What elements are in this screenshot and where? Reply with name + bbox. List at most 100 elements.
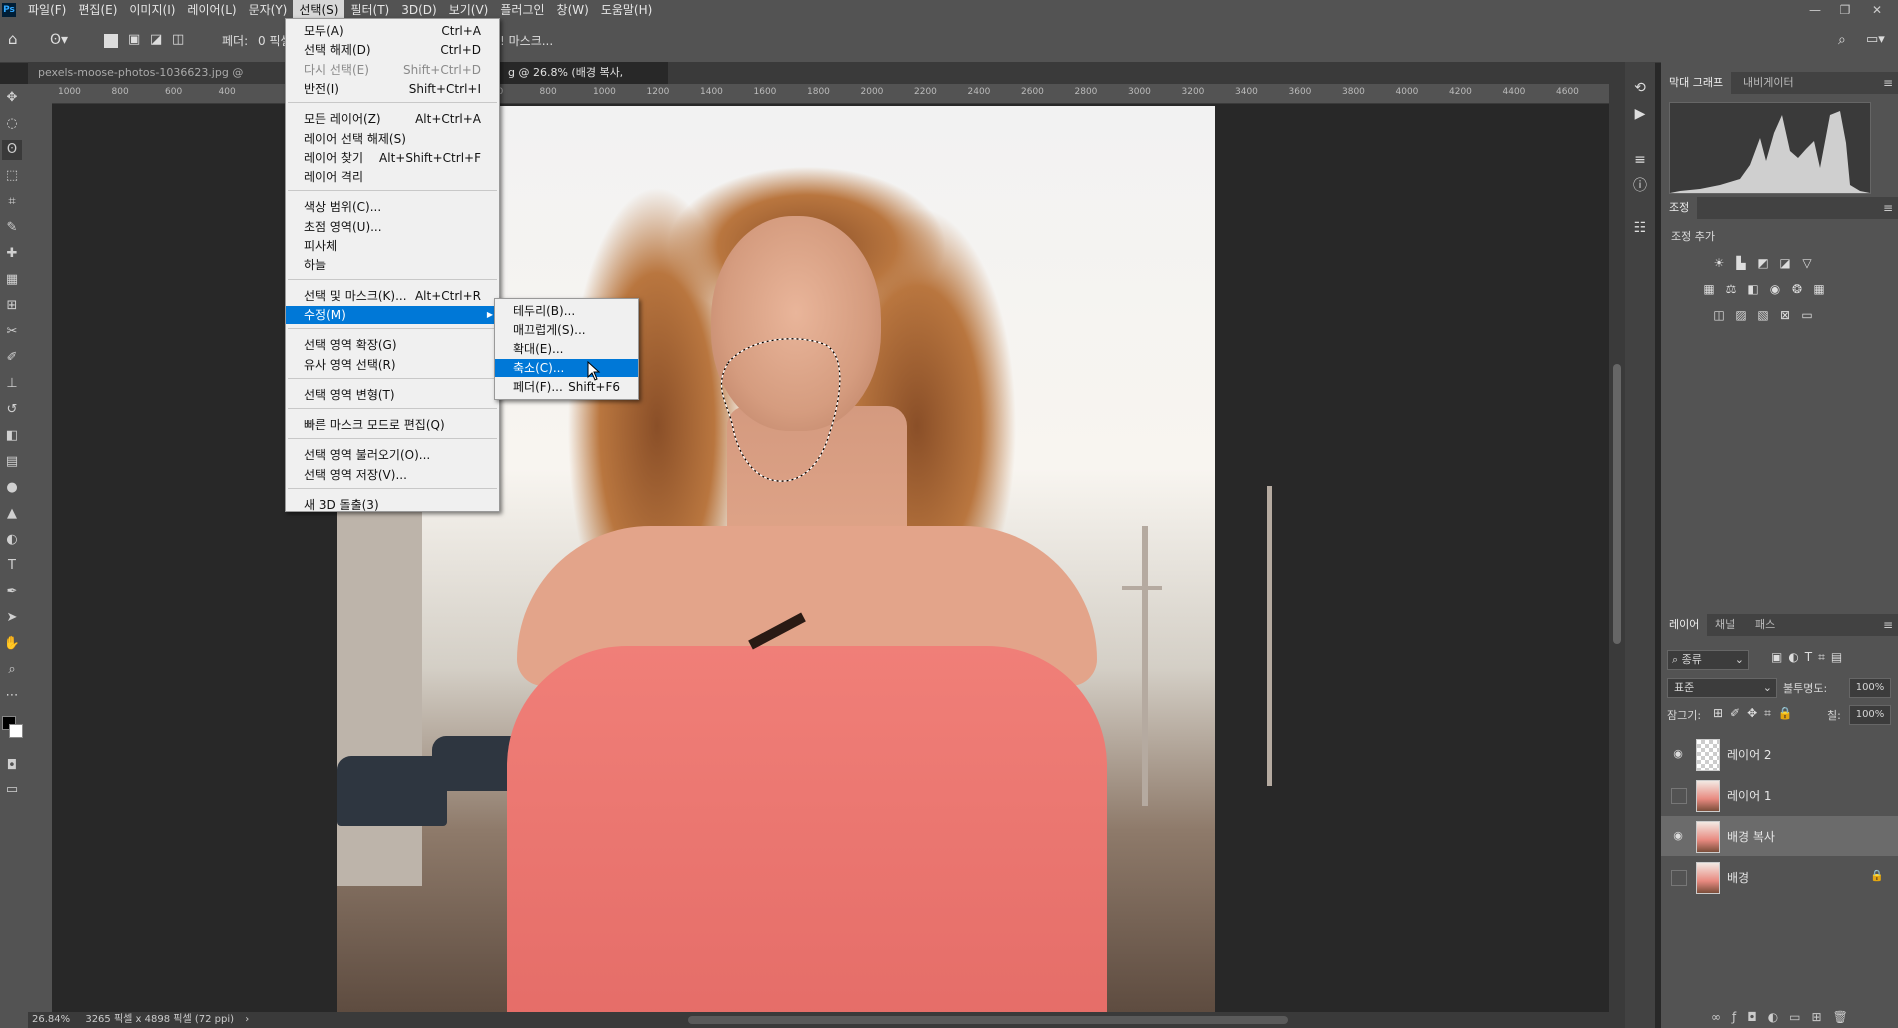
gradient-map-icon[interactable]: ▭	[1799, 308, 1815, 322]
home-icon[interactable]: ⌂	[8, 30, 18, 48]
close-icon[interactable]: ✕	[1862, 0, 1892, 20]
tab-document-1[interactable]: pexels-moose-photos-1036623.jpg @ 16.7% …	[28, 62, 288, 101]
layer-row[interactable]: ◉ 레이어 2	[1661, 734, 1898, 774]
tab-document-2[interactable]: g @ 26.8% (배경 복사, RGB/8) * ×	[498, 62, 668, 101]
quick-mask-icon[interactable]: ◘	[2, 756, 22, 776]
new-selection-icon[interactable]	[104, 34, 118, 48]
menu-item-9[interactable]: 플러그인	[494, 0, 550, 20]
menu-item-11[interactable]: 도움말(H)	[595, 0, 659, 20]
photo-filter-icon[interactable]: ◉	[1767, 282, 1783, 296]
brightness-icon[interactable]: ☀	[1711, 256, 1727, 270]
invert-icon[interactable]: ◫	[1711, 308, 1727, 322]
menu-item[interactable]: 모두(A) Ctrl+A	[286, 22, 499, 40]
menu-item[interactable]: 페더(F)... Shift+F6	[495, 378, 638, 396]
hue-saturation-icon[interactable]: ▦	[1701, 282, 1717, 296]
menu-item[interactable]: 축소(C)...	[495, 359, 638, 377]
panel-menu-icon[interactable]: ≡	[1883, 76, 1893, 90]
color-lookup-icon[interactable]: ▦	[1811, 282, 1827, 296]
subtract-selection-icon[interactable]: ◪	[150, 32, 162, 47]
menu-item[interactable]: 색상 범위(C)...	[286, 198, 499, 216]
search-icon[interactable]: ⌕	[1838, 32, 1846, 48]
menu-item[interactable]: 빠른 마스크 모드로 편집(Q)	[286, 416, 499, 434]
red-eye-icon[interactable]: ✂	[2, 322, 22, 342]
vibrance-icon[interactable]: ▽	[1799, 256, 1815, 270]
add-selection-icon[interactable]: ▣	[128, 32, 140, 47]
visibility-eye-icon[interactable]: ◉	[1671, 747, 1685, 761]
tab-histogram[interactable]: 막대 그래프	[1661, 72, 1732, 94]
content-aware-icon[interactable]: ⊞	[2, 296, 22, 316]
hand-tool-icon[interactable]: ✋	[2, 634, 22, 654]
restore-icon[interactable]: ❐	[1830, 0, 1860, 20]
lasso-tool-icon[interactable]: ʘ	[2, 140, 22, 160]
menu-item[interactable]: 선택 영역 변형(T)	[286, 386, 499, 404]
pen-tool-icon[interactable]: ✒	[2, 582, 22, 602]
intersect-selection-icon[interactable]: ◫	[172, 32, 184, 47]
status-menu-arrow-icon[interactable]: ›	[245, 1014, 249, 1025]
move-tool-icon[interactable]: ✥	[2, 88, 22, 108]
menu-item[interactable]: 초점 영역(U)...	[286, 218, 499, 236]
screen-mode-icon[interactable]: ▭	[2, 780, 22, 800]
path-selection-icon[interactable]: ➤	[2, 608, 22, 628]
menu-item[interactable]: 선택 영역 저장(V)...	[286, 466, 499, 484]
actions-play-icon[interactable]: ▶	[1632, 106, 1648, 122]
black-white-icon[interactable]: ◧	[1745, 282, 1761, 296]
background-color-icon[interactable]	[9, 724, 23, 738]
layer-row[interactable]: 레이어 1	[1661, 775, 1898, 815]
menu-item[interactable]: 확대(E)...	[495, 340, 638, 358]
brush-tool-icon[interactable]: ✐	[2, 348, 22, 368]
exposure-icon[interactable]: ◪	[1777, 256, 1793, 270]
menu-item-6[interactable]: 필터(T)	[344, 0, 395, 20]
fill-input[interactable]: 100%	[1849, 705, 1891, 725]
panel-menu-icon[interactable]: ≡	[1883, 618, 1893, 632]
tab-adjustments[interactable]: 조정	[1661, 197, 1698, 219]
healing-brush-icon[interactable]: ✚	[2, 244, 22, 264]
menu-item[interactable]: 레이어 찾기 Alt+Shift+Ctrl+F	[286, 149, 499, 167]
tab-paths[interactable]: 패스	[1747, 614, 1783, 636]
menu-item-2[interactable]: 이미지(I)	[123, 0, 181, 20]
menu-item[interactable]: 선택 및 마스크(K)... Alt+Ctrl+R	[286, 287, 499, 305]
opacity-input[interactable]: 100%	[1849, 678, 1891, 698]
selective-color-icon[interactable]: ⊠	[1777, 308, 1793, 322]
menu-item-8[interactable]: 보기(V)	[443, 0, 495, 20]
sharpen-tool-icon[interactable]: ▲	[2, 504, 22, 524]
layer-filter-icons[interactable]: ▣◐T⌗▤	[1771, 650, 1891, 665]
more-tools-icon[interactable]: ⋯	[2, 686, 22, 706]
eraser-tool-icon[interactable]: ◧	[2, 426, 22, 446]
clone-stamp-icon[interactable]: ⊥	[2, 374, 22, 394]
panel-menu-icon[interactable]: ≡	[1883, 201, 1893, 215]
dodge-tool-icon[interactable]: ◐	[2, 530, 22, 550]
vertical-scroll-thumb[interactable]	[1613, 364, 1621, 644]
menu-item[interactable]: 반전(I) Shift+Ctrl+I	[286, 80, 499, 98]
menu-item[interactable]: 레이어 격리	[286, 168, 499, 186]
visibility-eye-icon[interactable]: ◉	[1671, 829, 1685, 843]
crop-tool-icon[interactable]: ⌗	[2, 192, 22, 212]
layer-actions-icons[interactable]: ∞ƒ◘◐▭⊞🗑	[1711, 1010, 1859, 1024]
gradient-tool-icon[interactable]: ▤	[2, 452, 22, 472]
menu-item-10[interactable]: 창(W)	[551, 0, 595, 20]
properties-icon[interactable]: ≡	[1632, 152, 1648, 168]
tab-layers[interactable]: 레이어	[1661, 614, 1708, 636]
tab-navigator[interactable]: 내비게이터	[1735, 72, 1802, 94]
type-tool-icon[interactable]: T	[2, 556, 22, 576]
menu-item[interactable]: 새 3D 돌출(3)	[286, 496, 499, 514]
info-icon[interactable]: ⓘ	[1632, 178, 1648, 194]
visibility-eye-icon[interactable]	[1671, 788, 1687, 804]
menu-item-4[interactable]: 문자(Y)	[243, 0, 294, 20]
channel-mixer-icon[interactable]: ❂	[1789, 282, 1805, 296]
menu-item[interactable]: 모든 레이어(Z) Alt+Ctrl+A	[286, 110, 499, 128]
horizontal-scrollbar[interactable]	[268, 1012, 1625, 1028]
select-and-mask-button[interactable]: ! 마스크...	[500, 32, 553, 49]
menu-item[interactable]: 선택 해제(D) Ctrl+D	[286, 41, 499, 59]
menu-item-3[interactable]: 레이어(L)	[181, 0, 242, 20]
blur-tool-icon[interactable]: ●	[2, 478, 22, 498]
tab-channels[interactable]: 채널	[1707, 614, 1743, 636]
color-balance-icon[interactable]: ⚖	[1723, 282, 1739, 296]
history-icon[interactable]: ⟲	[1632, 80, 1648, 96]
lasso-tool-preset-icon[interactable]: ʘ▾	[50, 32, 68, 48]
lock-icons[interactable]: ⊞✐✥⌗🔒	[1713, 706, 1800, 721]
menu-item[interactable]: 하늘	[286, 256, 499, 274]
menu-item-5[interactable]: 선택(S)	[293, 0, 345, 20]
visibility-eye-icon[interactable]	[1671, 870, 1687, 886]
menu-item[interactable]: 피사체	[286, 237, 499, 255]
menu-item[interactable]: 레이어 선택 해제(S)	[286, 130, 499, 148]
